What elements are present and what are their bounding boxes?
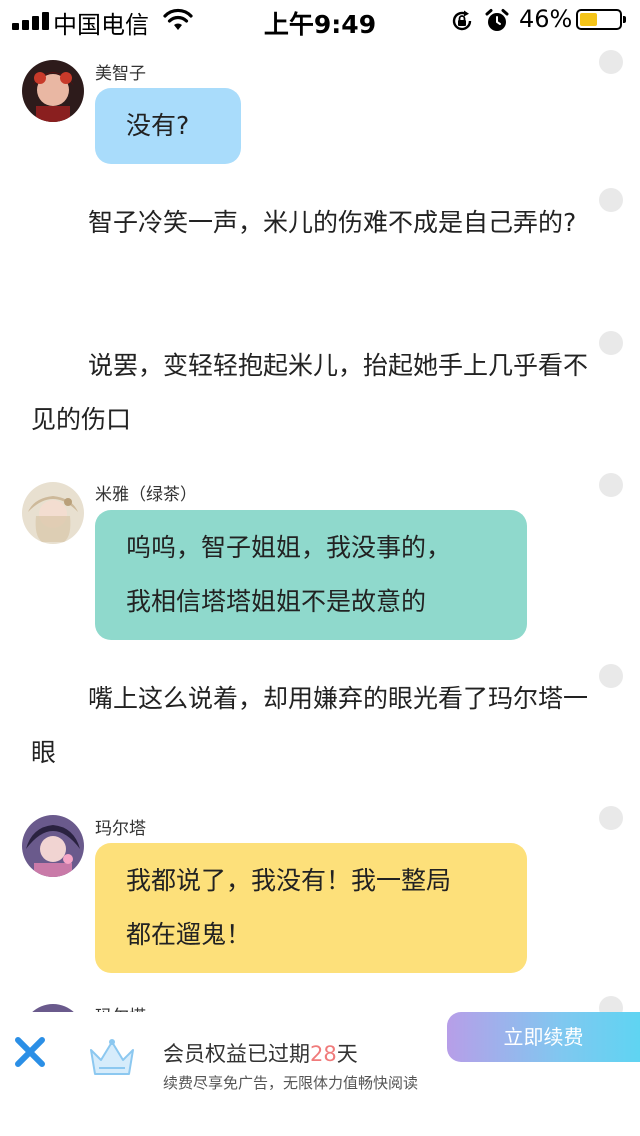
bubble-text-line: 都在遛鬼！ <box>126 920 252 949</box>
avatar-miya[interactable] <box>22 482 84 544</box>
bubble-text-line: 我相信塔塔姐姐不是故意的 <box>126 587 427 616</box>
narration-paragraph: 智子冷笑一声，米儿的伤难不成是自己弄的? <box>88 208 577 237</box>
comment-dot[interactable] <box>599 473 623 497</box>
comment-dot[interactable] <box>599 664 623 688</box>
speaker-name: 米雅（绿茶） <box>95 485 197 505</box>
avatar-marta[interactable] <box>22 815 84 877</box>
comment-dot[interactable] <box>599 806 623 830</box>
renew-button[interactable]: 立即续费 <box>447 1012 640 1062</box>
membership-subtitle: 续费尽享免广告，无限体力值畅快阅读 <box>163 1074 419 1092</box>
battery-level <box>580 13 597 26</box>
comment-dot[interactable] <box>599 331 623 355</box>
comment-dot[interactable] <box>599 50 623 74</box>
bubble-text: 没有? <box>126 111 190 140</box>
chat-bubble: 没有? <box>95 88 241 164</box>
bubble-text-line: 我都说了，我没有！我一整局 <box>126 866 452 895</box>
crown-icon <box>90 1039 134 1075</box>
alarm-icon <box>485 9 509 31</box>
expired-days: 28 <box>310 1042 337 1066</box>
status-bar: 中国电信 上午9:49 46% <box>0 0 640 40</box>
membership-banner: 会员权益已过期28天 续费尽享免广告，无限体力值畅快阅读 立即续费 <box>0 1012 640 1136</box>
chat-bubble: 我都说了，我没有！我一整局 都在遛鬼！ <box>95 843 527 973</box>
speaker-name: 玛尔塔 <box>95 819 146 839</box>
chat-bubble: 呜呜，智子姐姐，我没事的， 我相信塔塔姐姐不是故意的 <box>95 510 527 640</box>
battery-icon <box>576 9 626 30</box>
close-icon[interactable] <box>12 1034 48 1070</box>
narration-paragraph: 嘴上这么说着，却用嫌弃的眼光看了玛尔塔一眼 <box>31 684 589 767</box>
battery-percent: 46% <box>519 5 573 33</box>
comment-dot[interactable] <box>599 188 623 212</box>
speaker-name: 美智子 <box>95 64 146 84</box>
bubble-text-line: 呜呜，智子姐姐，我没事的， <box>126 533 452 562</box>
avatar-meizhizi[interactable] <box>22 60 84 122</box>
narration-paragraph: 说罢，变轻轻抱起米儿，抬起她手上几乎看不见的伤口 <box>31 351 589 434</box>
membership-expired-title: 会员权益已过期28天 <box>163 1042 358 1066</box>
rotation-lock-icon <box>452 10 472 31</box>
